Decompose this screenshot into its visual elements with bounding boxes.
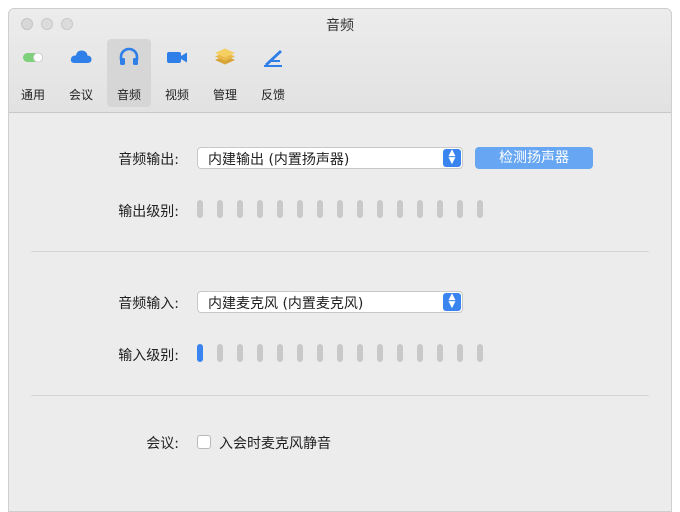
audio-input-label: 音频输入: bbox=[118, 296, 179, 312]
level-segment bbox=[237, 200, 243, 218]
level-segment bbox=[417, 200, 423, 218]
tab-audio-label: 音频 bbox=[116, 88, 141, 102]
toggle-icon bbox=[21, 45, 45, 69]
level-segment bbox=[317, 200, 323, 218]
tab-meeting[interactable]: 会议 bbox=[59, 39, 103, 107]
level-segment bbox=[277, 200, 283, 218]
level-segment bbox=[337, 344, 343, 362]
audio-input-select[interactable]: 内建麦克风 (内置麦克风) ▲ ▼ bbox=[197, 291, 463, 313]
output-level-label: 输出级别: bbox=[118, 204, 179, 220]
tab-video-label: 视频 bbox=[164, 88, 189, 102]
level-segment bbox=[317, 344, 323, 362]
level-segment bbox=[457, 200, 463, 218]
level-segment bbox=[297, 200, 303, 218]
level-segment bbox=[417, 344, 423, 362]
cloud-icon bbox=[69, 45, 93, 69]
level-segment bbox=[377, 200, 383, 218]
tab-audio[interactable]: 音频 bbox=[107, 39, 151, 107]
level-segment bbox=[197, 344, 203, 362]
stack-icon bbox=[213, 45, 237, 69]
level-segment bbox=[217, 344, 223, 362]
level-segment bbox=[397, 200, 403, 218]
mute-on-join-label[interactable]: 入会时麦克风静音 bbox=[219, 433, 331, 453]
level-segment bbox=[437, 200, 443, 218]
input-level-meter bbox=[197, 344, 497, 362]
meeting-label: 会议: bbox=[146, 436, 179, 452]
tab-video[interactable]: 视频 bbox=[155, 39, 199, 107]
level-segment bbox=[337, 200, 343, 218]
audio-output-select[interactable]: 内建输出 (内置扬声器) ▲ ▼ bbox=[197, 147, 463, 169]
level-segment bbox=[437, 344, 443, 362]
input-level-label: 输入级别: bbox=[118, 348, 179, 364]
audio-output-value: 内建输出 (内置扬声器) bbox=[208, 152, 350, 168]
level-segment bbox=[377, 344, 383, 362]
audio-input-value: 内建麦克风 (内置麦克风) bbox=[208, 296, 364, 312]
video-camera-icon bbox=[165, 45, 189, 69]
level-segment bbox=[297, 344, 303, 362]
audio-output-label: 音频输出: bbox=[118, 152, 179, 168]
level-segment bbox=[357, 344, 363, 362]
level-segment bbox=[237, 344, 243, 362]
level-segment bbox=[217, 200, 223, 218]
titlebar: 音频 通用 会议 音频 视频 管理 反馈 bbox=[9, 9, 671, 113]
tab-management[interactable]: 管理 bbox=[203, 39, 247, 107]
test-speaker-button[interactable]: 检测扬声器 bbox=[475, 147, 593, 169]
output-level-meter bbox=[197, 200, 497, 218]
preferences-window: 音频 通用 会议 音频 视频 管理 反馈 音频输出: 内建输出 (内置扬声器) … bbox=[8, 8, 672, 512]
headphones-icon bbox=[117, 45, 141, 69]
tab-feedback[interactable]: 反馈 bbox=[251, 39, 295, 107]
separator bbox=[31, 395, 649, 396]
level-segment bbox=[257, 200, 263, 218]
mute-on-join-checkbox[interactable] bbox=[197, 435, 211, 449]
tab-feedback-label: 反馈 bbox=[260, 88, 285, 102]
tab-general[interactable]: 通用 bbox=[11, 39, 55, 107]
level-segment bbox=[457, 344, 463, 362]
level-segment bbox=[277, 344, 283, 362]
level-segment bbox=[477, 344, 483, 362]
tab-management-label: 管理 bbox=[212, 88, 237, 102]
level-segment bbox=[257, 344, 263, 362]
tab-meeting-label: 会议 bbox=[68, 88, 93, 102]
window-title: 音频 bbox=[326, 18, 354, 34]
chevron-updown-icon: ▲ ▼ bbox=[443, 293, 461, 311]
level-segment bbox=[197, 200, 203, 218]
level-segment bbox=[477, 200, 483, 218]
chevron-updown-icon: ▲ ▼ bbox=[443, 149, 461, 167]
separator bbox=[31, 251, 649, 252]
level-segment bbox=[397, 344, 403, 362]
level-segment bbox=[357, 200, 363, 218]
tab-general-label: 通用 bbox=[20, 88, 45, 102]
audio-settings-panel: 音频输出: 内建输出 (内置扬声器) ▲ ▼ 检测扬声器 输出级别: 音频输入: … bbox=[9, 113, 671, 511]
feedback-icon bbox=[261, 45, 285, 69]
